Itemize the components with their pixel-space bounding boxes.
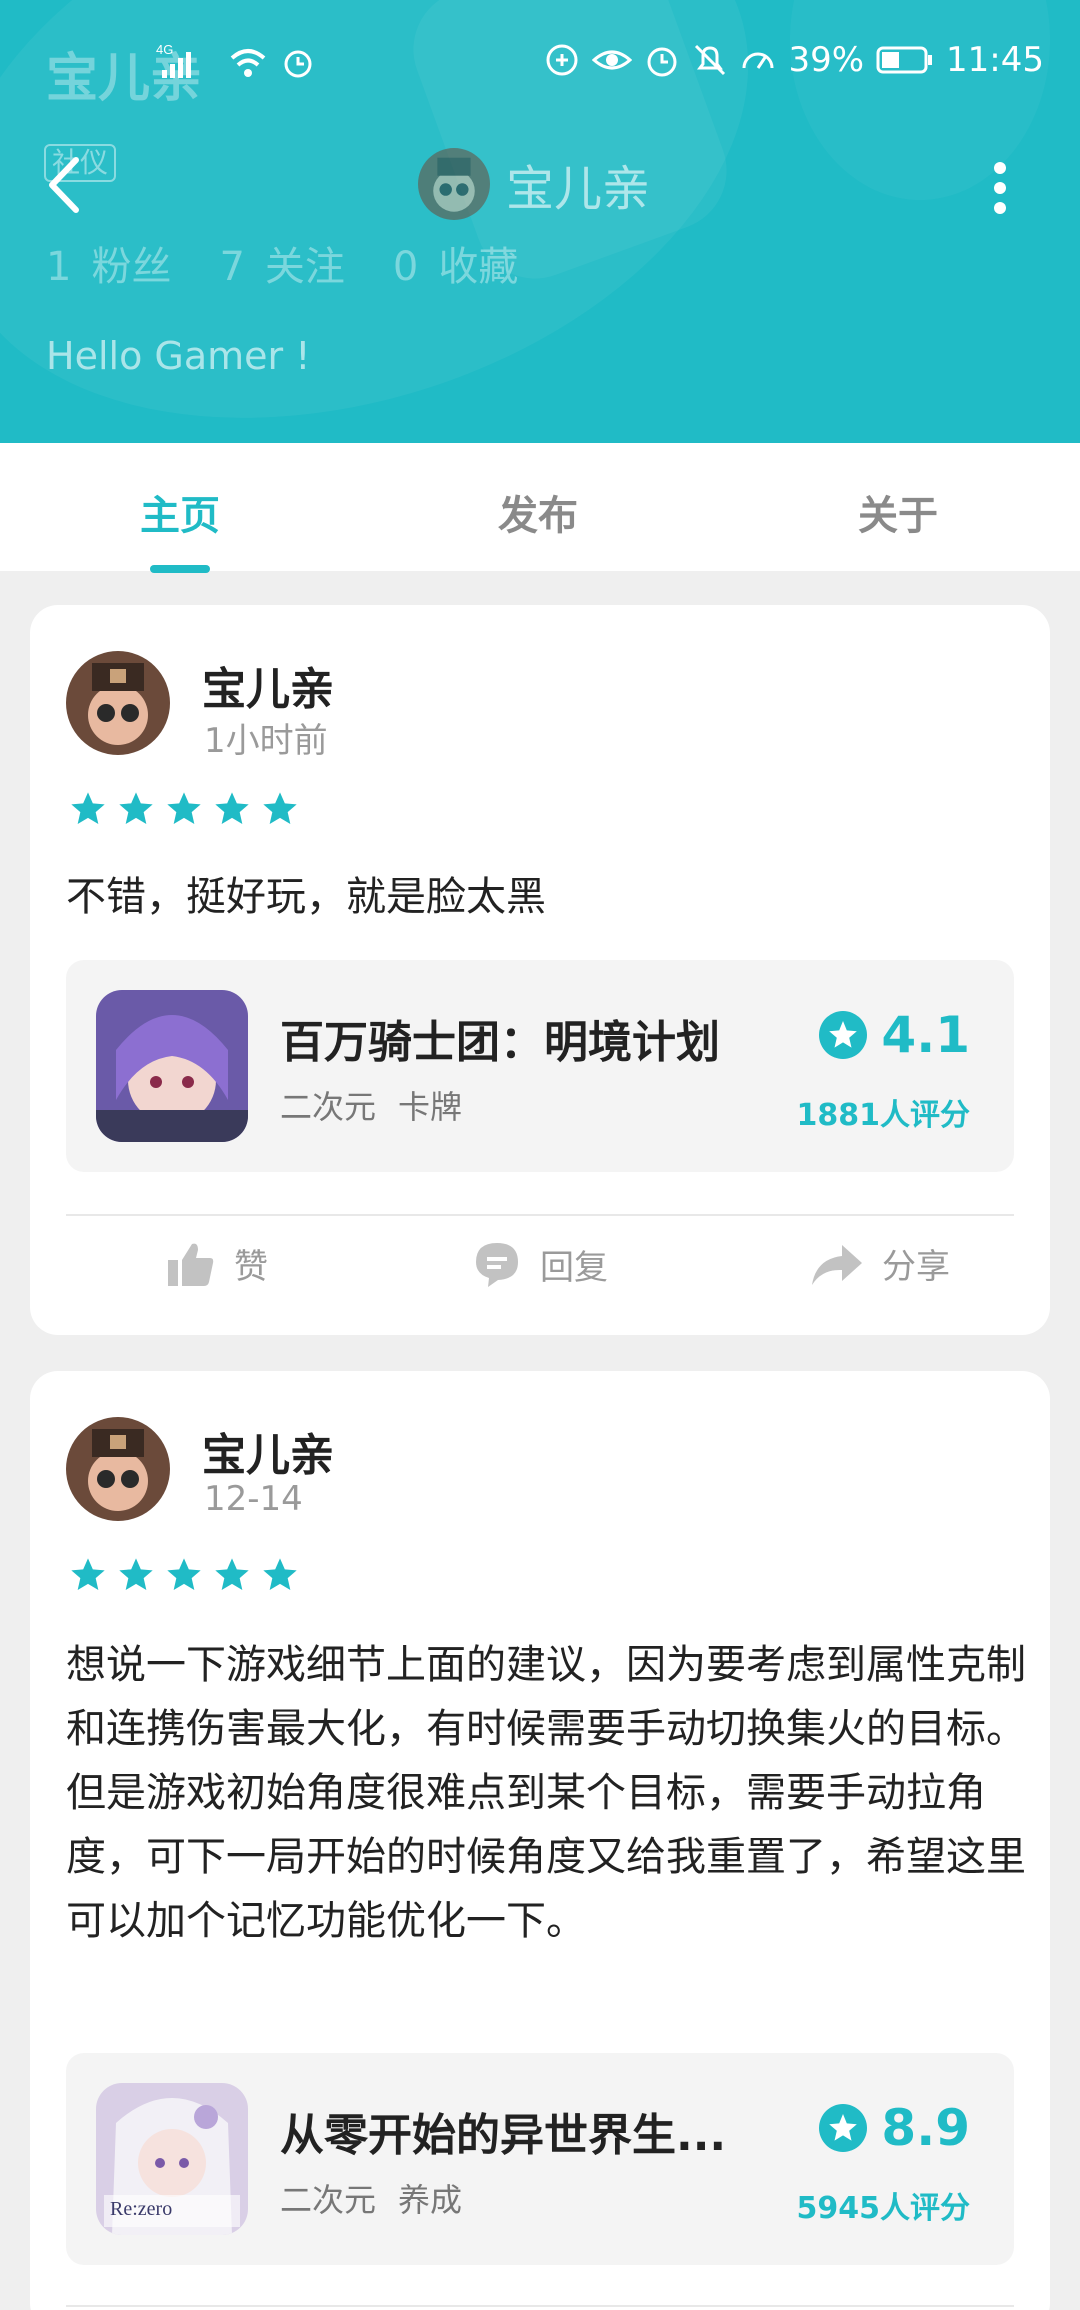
mute-icon [692,42,728,78]
stat-favorites[interactable]: 0 收藏 [393,234,518,292]
back-arrow-icon [49,157,79,213]
star-icon [167,792,201,824]
star-icon [215,792,249,824]
clock: 11:45 [946,40,1044,80]
star-icon [167,1558,201,1590]
game-score-value: 8.9 [881,2099,970,2157]
game-score: 4.1 [819,1006,970,1064]
share-button[interactable]: 分享 [810,1239,950,1288]
battery-icon [876,45,934,75]
game-icon [96,990,248,1142]
game-tag: 卡牌 [398,1088,463,1126]
more-vertical-icon [994,162,1006,214]
stat-following[interactable]: 7 关注 [219,234,344,292]
divider [66,2305,1014,2307]
star-icon [119,792,153,824]
like-button[interactable]: 赞 [166,1239,268,1288]
page-title: 宝儿亲 [506,161,651,217]
score-star-icon [819,1011,868,1059]
tab-posts[interactable]: 发布 [498,483,578,541]
reply-label: 回复 [540,1247,608,1288]
post-content: 不错，挺好玩，就是脸太黑 [66,874,546,920]
game-rating-count: 5945人评分 [796,2191,971,2226]
alarm-icon [644,42,680,78]
game-tag: 二次元 [280,1088,377,1126]
post-card[interactable]: 宝儿亲 1小时前 不错，挺好玩，就是脸太黑 百万骑士团：明境计划 二次元 卡牌 … [30,605,1050,1335]
post-author[interactable]: 宝儿亲 [202,653,334,717]
star-icon [71,1558,105,1590]
game-title[interactable]: 百万骑士团：明境计划 [280,1006,800,1070]
post-time: 1小时前 [204,721,328,761]
game-icon: Re:zero [96,2083,248,2235]
profile-stats: 1 粉丝 7 关注 0 收藏 [46,234,518,292]
tab-about[interactable]: 关于 [858,483,938,541]
post-time: 12-14 [204,1479,303,1519]
back-button[interactable] [40,150,90,220]
game-tag: 养成 [398,2181,463,2219]
share-icon [812,1244,862,1285]
star-icon [263,792,297,824]
reply-button[interactable]: 回复 [472,1239,608,1289]
game-rating-count: 1881人评分 [796,1098,971,1133]
game-tags: 二次元 养成 [280,2175,462,2221]
game-title[interactable]: 从零开始的异世界生... [280,2099,800,2163]
avatar[interactable] [66,651,170,755]
profile-header: 宝儿亲 4G 39% 11:45 社仪 宝儿亲 1 粉丝 7 关注 0 收藏 H… [0,0,1080,443]
stat-followers[interactable]: 1 粉丝 [46,234,171,292]
tab-indicator [150,565,210,573]
star-icon [71,792,105,824]
battery-percent: 39% [788,40,865,80]
signal-icon: 4G [156,42,216,82]
status-left: 4G [156,42,316,82]
like-label: 赞 [234,1247,268,1287]
post-actions: 赞 回复 分享 [30,1239,1050,1319]
rating-stars [66,789,302,829]
thumbs-up-icon [168,1243,214,1286]
more-options-button[interactable] [980,158,1020,218]
network-type: 4G [156,42,173,57]
game-icon-text: Re:zero [110,2198,172,2220]
profile-bio: Hello Gamer ! [46,334,311,378]
game-tags: 二次元 卡牌 [280,1082,462,1128]
post-author[interactable]: 宝儿亲 [202,1419,334,1483]
star-icon [119,1558,153,1590]
divider [66,1214,1014,1216]
share-label: 分享 [882,1247,950,1287]
game-card[interactable]: Re:zero 从零开始的异世界生... 二次元 养成 8.9 5945人评分 [66,2053,1014,2265]
status-bar: 宝儿亲 4G 39% 11:45 [0,0,1080,120]
avatar[interactable] [66,1417,170,1521]
game-score: 8.9 [819,2099,970,2157]
game-card[interactable]: 百万骑士团：明境计划 二次元 卡牌 4.1 1881人评分 [66,960,1014,1172]
score-star-icon [819,2104,868,2152]
status-right: 39% 11:45 [544,40,1044,80]
data-saver-icon [544,42,580,78]
game-score-value: 4.1 [881,1006,970,1064]
tab-home[interactable]: 主页 [140,483,220,541]
game-tag: 二次元 [280,2181,377,2219]
header-title: 宝儿亲 [418,148,650,220]
post-card[interactable]: 宝儿亲 12-14 想说一下游戏细节上面的建议，因为要考虑到属性克制和连携伤害最… [30,1371,1050,2310]
star-icon [263,1558,297,1590]
post-content: 想说一下游戏细节上面的建议，因为要考虑到属性克制和连携伤害最大化，有时候需要手动… [66,1642,1026,1944]
comment-icon [476,1243,518,1287]
rating-stars [66,1555,302,1595]
alarm-clock-icon [280,44,316,80]
star-icon [215,1558,249,1590]
speedometer-icon [740,42,776,78]
avatar [418,148,490,220]
wifi-icon [228,44,268,80]
tab-bar: 主页 发布 关于 [0,443,1080,573]
eye-comfort-icon [592,42,633,78]
